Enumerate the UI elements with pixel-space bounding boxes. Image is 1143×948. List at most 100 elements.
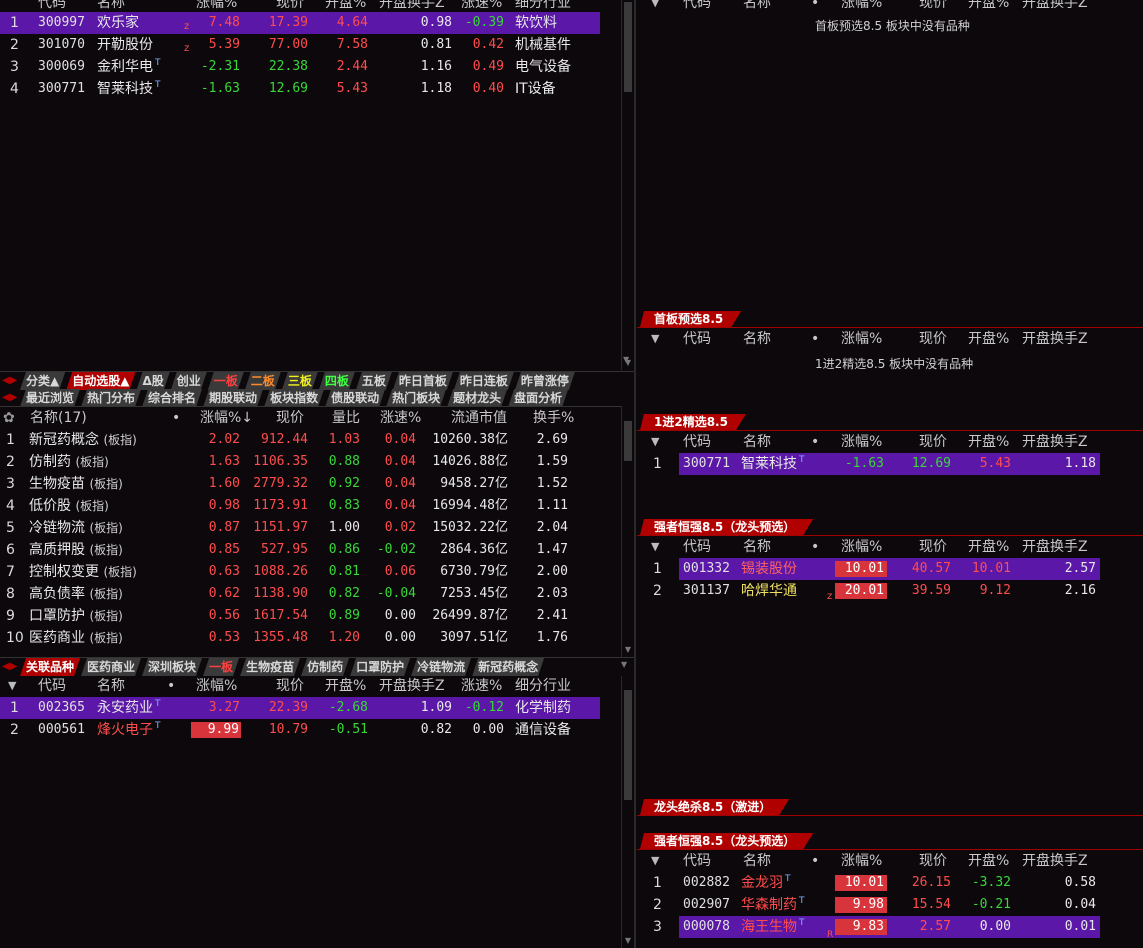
tab-recent[interactable]: 最近浏览	[20, 389, 80, 407]
col-price[interactable]: 现价	[276, 675, 304, 697]
table-row[interactable]: 2 002907 华森制药 T 9.98 15.54 -0.21 0.04	[637, 894, 1100, 916]
tab-category[interactable]: 分类▲	[20, 372, 65, 390]
table-row[interactable]: 8 高负债率 (板指) 0.62 1138.90 0.82 -0.04 7253.45亿 2.…	[0, 583, 622, 605]
gear-icon[interactable]: ✿	[3, 407, 15, 429]
top-table-scrollbar[interactable]: ▼	[621, 0, 634, 370]
table-row[interactable]: 2 仿制药 (板指) 1.63 1106.35 0.88 0.04 14026.88亿 1.5…	[0, 451, 622, 473]
scroll-thumb[interactable]	[624, 421, 632, 461]
tab-vaccine[interactable]: 生物疫苗	[240, 658, 300, 676]
tab-board-2[interactable]: 二板	[245, 372, 281, 390]
tab-sector-index[interactable]: 板块指数	[264, 389, 324, 407]
table-row[interactable]: 5 冷链物流 (板指) 0.87 1151.97 1.00 0.02 15032.22亿 2.…	[0, 517, 622, 539]
r-mark: R	[827, 930, 834, 940]
col-change-sorted[interactable]: 涨幅%↓	[200, 407, 253, 429]
col-speed[interactable]: 涨速%	[380, 407, 421, 429]
tab-board-4[interactable]: 四板	[319, 372, 355, 390]
empty-message: 1进2精选8.5 板块中没有品种	[815, 357, 974, 371]
table-row[interactable]: 2 301137 哈焊华通 z 20.01 39.59 9.12 2.16	[637, 580, 1100, 602]
col-sector-name[interactable]: 名称(17)	[30, 407, 87, 429]
col-price[interactable]: 现价	[276, 407, 304, 429]
section-label-first-board[interactable]: 首板预选8.5	[640, 311, 741, 327]
sector-index-tag: (板指)	[89, 609, 123, 623]
scroll-down-arrow-icon[interactable]: ▼	[621, 660, 627, 669]
tab-board-5[interactable]: 五板	[356, 372, 392, 390]
table-row[interactable]: 3 生物疫苗 (板指) 1.60 2779.32 0.92 0.04 9458.27亿 1.5…	[0, 473, 622, 495]
table-row[interactable]: 1 002365 永安药业 T 3.27 22.39 -2.68 1.09 -0.…	[0, 697, 600, 719]
col-change[interactable]: 涨幅%	[196, 675, 237, 697]
col-market-cap[interactable]: 流通市值	[451, 407, 507, 429]
table-row[interactable]: 7 控制权变更 (板指) 0.63 1088.26 0.81 0.06 6730.79亿 2.…	[0, 561, 622, 583]
table-row[interactable]: 1 001332 锡装股份 10.01 40.57 10.01 2.57	[637, 558, 1100, 580]
tab-bond-link[interactable]: 债股联动	[325, 389, 385, 407]
tab-pharma-commerce[interactable]: 医药商业	[81, 658, 141, 676]
col-code[interactable]: 代码	[38, 675, 66, 697]
tab-covid-drug[interactable]: 新冠药概念	[472, 658, 544, 676]
tab-rank[interactable]: 综合排名	[142, 389, 202, 407]
tab-board-1[interactable]: 一板	[203, 658, 239, 676]
section-label-1to2[interactable]: 1进2精选8.5	[640, 414, 746, 430]
panel-divider[interactable]	[634, 0, 636, 948]
sector-index-tag: (板指)	[89, 631, 123, 645]
table-row[interactable]: 1 300997 欢乐家 z 7.48 17.39 4.64 0.98 -0.3…	[0, 12, 600, 34]
scroll-thumb[interactable]	[624, 2, 632, 92]
scroll-down-arrow-icon[interactable]: ▼	[623, 645, 633, 655]
table-row[interactable]: 1 新冠药概念 (板指) 2.02 912.44 1.03 0.04 10260.38亿 2.…	[0, 429, 622, 451]
table-row[interactable]: 3 300069 金利华电 T -2.31 22.38 2.44 1.16 0.4…	[0, 56, 600, 78]
tab-market-analysis[interactable]: 盘面分析	[508, 389, 568, 407]
tab-yesterday-consecutive[interactable]: 昨日连板	[454, 372, 514, 390]
table-row[interactable]: 2 301070 开勒股份 z 5.39 77.00 7.58 0.81 0.4…	[0, 34, 600, 56]
tab-board-1[interactable]: 一板	[208, 372, 244, 390]
col-turnover[interactable]: 换手%	[533, 407, 574, 429]
tab-delta-stock[interactable]: Δ股	[136, 372, 169, 390]
section-label-strong-2[interactable]: 强者恒强8.5（龙头预选）	[640, 833, 813, 849]
col-volume-ratio[interactable]: 量比	[332, 407, 360, 429]
col-speed[interactable]: 涨速%	[461, 675, 502, 697]
tab-yesterday-first[interactable]: 昨日首板	[393, 372, 453, 390]
table-row[interactable]: 2 000561 烽火电子 T 9.99 10.79 -0.51 0.82 0.0…	[0, 719, 600, 741]
tab-theme-leader[interactable]: 题材龙头	[447, 389, 507, 407]
sort-triangle-icon[interactable]: ▼	[651, 850, 659, 872]
tab-cold-chain[interactable]: 冷链物流	[411, 658, 471, 676]
col-open[interactable]: 开盘%	[325, 675, 366, 697]
table-row[interactable]: 4 低价股 (板指) 0.98 1173.91 0.83 0.04 16994.48亿 1.1…	[0, 495, 622, 517]
table-row[interactable]: 1 300771 智莱科技 T -1.63 12.69 5.43 1.18	[637, 453, 1100, 475]
table-row[interactable]: 10 医药商业 (板指) 0.53 1355.48 1.20 0.00 3097.51亿 1.…	[0, 627, 622, 649]
tab-chinext[interactable]: 创业	[171, 372, 207, 390]
tab-futures-link[interactable]: 期股联动	[203, 389, 263, 407]
section-label-leader-kill[interactable]: 龙头绝杀8.5（激进）	[640, 799, 789, 815]
scroll-thumb[interactable]	[624, 690, 632, 800]
right-panel-1: ▼ 代码 名称 • 涨幅% 现价 开盘% 开盘换手Z 首板预选8.5 板块中没有…	[637, 0, 1143, 310]
tab-mask[interactable]: 口罩防护	[350, 658, 410, 676]
sector-index-tag: (板指)	[103, 433, 137, 447]
tab-arrows-icon[interactable]: ◀▶	[2, 373, 18, 388]
sort-triangle-icon[interactable]: ▼	[651, 0, 659, 14]
tab-related[interactable]: 关联品种	[20, 658, 80, 676]
tab-auto-select[interactable]: 自动选股▲	[66, 372, 135, 390]
sort-triangle-icon[interactable]: ▼	[651, 328, 659, 350]
tab-generic-drug[interactable]: 仿制药	[301, 658, 349, 676]
table-row[interactable]: 9 口罩防护 (板指) 0.56 1617.54 0.89 0.00 26499.87亿 2.…	[0, 605, 622, 627]
col-open-turnover[interactable]: 开盘换手Z	[379, 675, 445, 697]
col-name[interactable]: 名称	[97, 675, 125, 697]
tab-arrows-icon[interactable]: ◀▶	[2, 390, 18, 405]
sort-triangle-icon[interactable]: ▼	[8, 675, 16, 697]
col-industry[interactable]: 细分行业	[515, 675, 571, 697]
related-table-scrollbar[interactable]: ▼	[621, 676, 634, 948]
table-row[interactable]: 6 高质押股 (板指) 0.85 527.95 0.86 -0.02 2864.36亿 1.4…	[0, 539, 622, 561]
tab-hot-dist[interactable]: 热门分布	[81, 389, 141, 407]
tab-arrows-icon[interactable]: ◀▶	[2, 659, 18, 674]
sort-triangle-icon[interactable]: ▼	[651, 431, 659, 453]
table-row[interactable]: 3 000078 海王生物 T R 9.83 2.57 0.00 0.01	[637, 916, 1100, 940]
sector-table-scrollbar[interactable]: ▼	[621, 407, 634, 657]
section-label-strong-1[interactable]: 强者恒强8.5（龙头预选）	[640, 519, 813, 535]
scroll-down-arrow-icon[interactable]: ▼	[623, 355, 629, 364]
limit-up-badge: 9.99	[191, 722, 241, 738]
tab-hot-sector[interactable]: 热门板块	[386, 389, 446, 407]
scroll-down-arrow-icon[interactable]: ▼	[623, 936, 633, 946]
sort-triangle-icon[interactable]: ▼	[651, 536, 659, 558]
table-row[interactable]: 1 002882 金龙羽 T 10.01 26.15 -3.32 0.58	[637, 872, 1100, 894]
tab-board-3[interactable]: 三板	[282, 372, 318, 390]
tab-yesterday-limitup[interactable]: 昨曾涨停	[515, 372, 575, 390]
table-row[interactable]: 4 300771 智莱科技 T -1.63 12.69 5.43 1.18 0.4…	[0, 78, 600, 100]
tab-shenzhen[interactable]: 深圳板块	[142, 658, 202, 676]
